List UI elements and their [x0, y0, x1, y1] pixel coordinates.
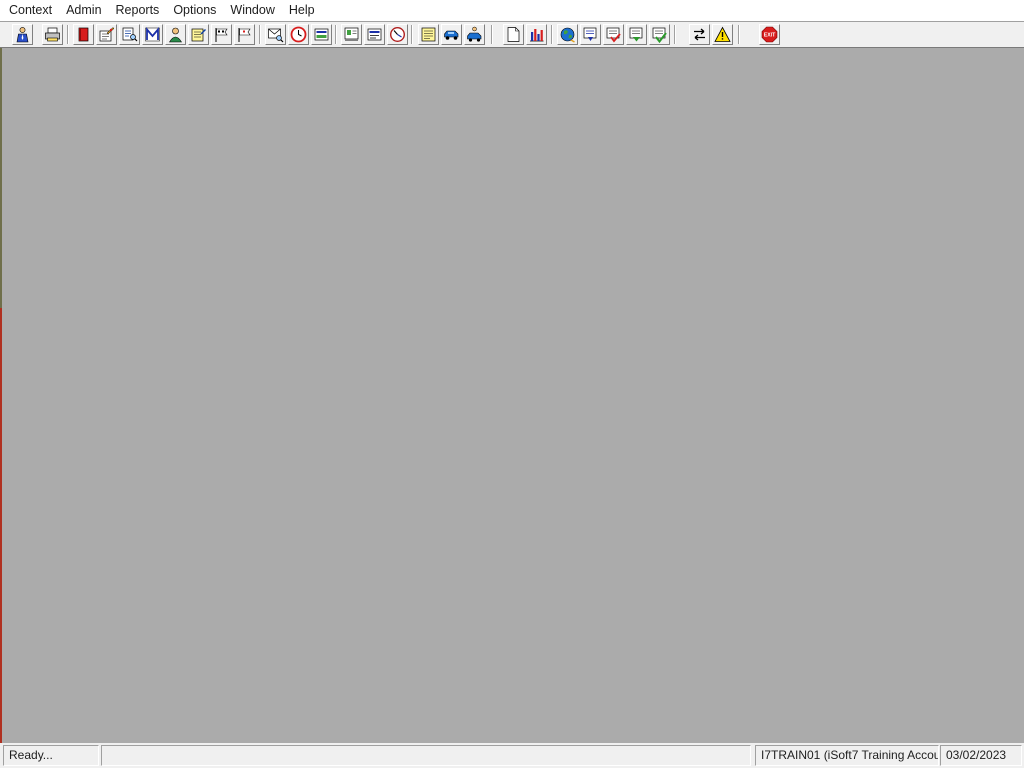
- book-icon[interactable]: [73, 24, 94, 45]
- status-middle-pane: [101, 745, 751, 766]
- exit-icon[interactable]: EXIT: [759, 24, 780, 45]
- warning-icon[interactable]: [712, 24, 733, 45]
- mdi-workspace[interactable]: [2, 48, 1024, 743]
- note-icon[interactable]: [418, 24, 439, 45]
- menu-window[interactable]: Window: [223, 0, 281, 21]
- folder-edit-icon[interactable]: [96, 24, 117, 45]
- page-icon[interactable]: [503, 24, 524, 45]
- status-date: 03/02/2023: [940, 745, 1022, 766]
- card-icon[interactable]: [341, 24, 362, 45]
- status-bar: Ready... I7TRAIN01 (iSoft7 Training Acco…: [0, 743, 1024, 768]
- exit-label: EXIT: [764, 33, 776, 39]
- vehicle-icon[interactable]: [441, 24, 462, 45]
- toolbar: EXIT: [0, 21, 1024, 48]
- swap-arrows-icon[interactable]: [689, 24, 710, 45]
- menu-help[interactable]: Help: [282, 0, 322, 21]
- flag-icon[interactable]: [211, 24, 232, 45]
- menu-reports[interactable]: Reports: [109, 0, 167, 21]
- globe-icon[interactable]: [557, 24, 578, 45]
- status-account: I7TRAIN01 (iSoft7 Training Account): [755, 745, 939, 766]
- envelope-search-icon[interactable]: [265, 24, 286, 45]
- mail-m-icon[interactable]: [142, 24, 163, 45]
- menu-bar: Context Admin Reports Options Window Hel…: [0, 0, 1024, 21]
- menu-admin[interactable]: Admin: [59, 0, 108, 21]
- clock-icon[interactable]: [288, 24, 309, 45]
- check-red-icon[interactable]: [603, 24, 624, 45]
- person-icon[interactable]: [165, 24, 186, 45]
- status-message: Ready...: [3, 745, 99, 766]
- menu-options[interactable]: Options: [166, 0, 223, 21]
- bar-chart-icon[interactable]: [526, 24, 547, 45]
- check-green-alt-icon[interactable]: [649, 24, 670, 45]
- printer-icon[interactable]: [42, 24, 63, 45]
- check-green-icon[interactable]: [626, 24, 647, 45]
- user-icon[interactable]: [12, 24, 33, 45]
- flag-alt-icon[interactable]: [234, 24, 255, 45]
- check-down-icon[interactable]: [580, 24, 601, 45]
- form-icon[interactable]: [364, 24, 385, 45]
- gauge-icon[interactable]: [387, 24, 408, 45]
- menu-context[interactable]: Context: [0, 0, 59, 21]
- notepad-icon[interactable]: [188, 24, 209, 45]
- document-search-icon[interactable]: [119, 24, 140, 45]
- panel-icon[interactable]: [311, 24, 332, 45]
- vehicle-person-icon[interactable]: [464, 24, 485, 45]
